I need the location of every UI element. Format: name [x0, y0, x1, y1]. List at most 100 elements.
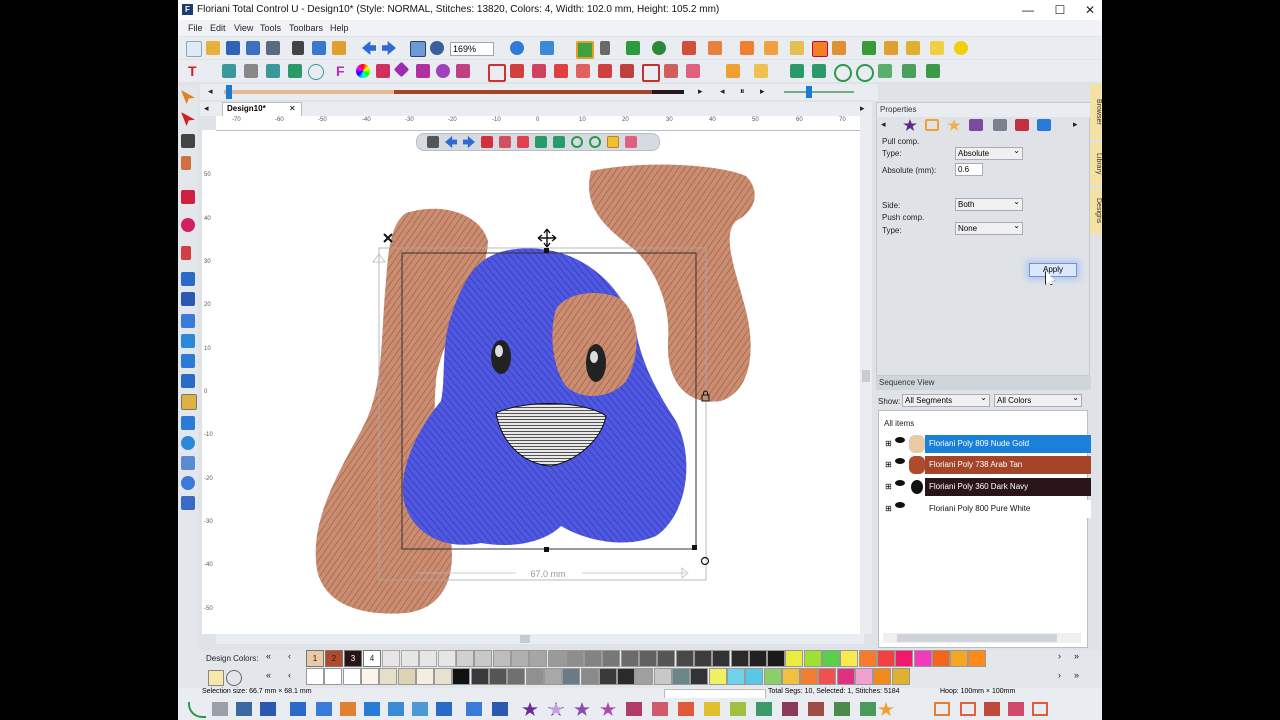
palette-swatch[interactable]: [452, 668, 471, 685]
colors-last-icon[interactable]: »: [1074, 651, 1079, 661]
cross-hatch-icon[interactable]: [756, 702, 772, 716]
palette-swatch[interactable]: [543, 668, 562, 685]
palette-swatch[interactable]: [763, 668, 782, 685]
trim-icon[interactable]: [664, 64, 678, 78]
palette-swatch[interactable]: [415, 668, 434, 685]
design-color-chip[interactable]: 4: [363, 650, 381, 667]
select-arrow-icon[interactable]: [181, 90, 195, 104]
palette-swatch[interactable]: [617, 668, 636, 685]
grid-icon[interactable]: [222, 64, 236, 78]
palette-swatch[interactable]: [800, 668, 819, 685]
tab-close-icon[interactable]: ✕: [289, 104, 296, 113]
resize-handle-corner[interactable]: [692, 545, 697, 550]
horizontal-scroll-thumb[interactable]: [520, 635, 530, 643]
palette-swatch[interactable]: [306, 668, 324, 685]
move-icon[interactable]: [266, 64, 280, 78]
palette-swatch[interactable]: [470, 668, 489, 685]
pattern-fill-icon[interactable]: [181, 394, 197, 410]
hoop-icon[interactable]: [181, 354, 195, 368]
palette-next-icon[interactable]: ›: [1058, 670, 1061, 680]
palette-swatch[interactable]: [840, 650, 859, 667]
palette-swatch[interactable]: [730, 650, 749, 667]
bow-stitch-icon[interactable]: [1008, 702, 1024, 716]
properties-tab-right-icon[interactable]: ▸: [1073, 119, 1078, 130]
copy-icon[interactable]: [312, 41, 326, 55]
tab-designs[interactable]: Designs: [1090, 188, 1102, 234]
target-icon[interactable]: [181, 436, 195, 450]
select-frame-icon[interactable]: [488, 64, 506, 82]
menu-edit[interactable]: Edit: [210, 23, 226, 33]
node-tool-icon[interactable]: [427, 136, 439, 148]
delete-tab-icon[interactable]: [1015, 119, 1029, 131]
cut-icon[interactable]: [292, 41, 304, 55]
star-stitch-icon[interactable]: [522, 702, 538, 716]
step-forward-icon[interactable]: ▸: [760, 86, 765, 97]
palette-swatch[interactable]: [379, 668, 398, 685]
diamond-icon[interactable]: [393, 61, 410, 78]
speed-slider-thumb[interactable]: [806, 86, 812, 98]
tab-browser[interactable]: Browser: [1090, 84, 1102, 140]
tab-scroll-right-icon[interactable]: ▸: [860, 103, 865, 114]
brush-icon[interactable]: [930, 41, 944, 55]
settings-tab-icon[interactable]: [993, 119, 1007, 131]
photo-icon[interactable]: [181, 456, 195, 470]
pull-type-select[interactable]: Absolute: [955, 145, 1023, 160]
color-wheel-icon[interactable]: [356, 64, 370, 78]
align-icon[interactable]: [754, 64, 768, 78]
measure-icon[interactable]: [181, 246, 191, 260]
lock-icon[interactable]: [832, 41, 846, 55]
palette-swatch[interactable]: [726, 668, 745, 685]
tab-design10[interactable]: Design10* ✕: [222, 102, 302, 117]
scallop-stitch-icon[interactable]: [678, 702, 694, 716]
palette-swatch[interactable]: [690, 668, 709, 685]
thread-chart-icon[interactable]: [208, 670, 224, 686]
column-stitch-icon[interactable]: [290, 702, 306, 716]
curve-tool-icon[interactable]: [188, 702, 206, 718]
scissors-icon[interactable]: [906, 41, 920, 55]
satin-stitch-icon[interactable]: [236, 702, 252, 716]
star-tab-icon[interactable]: [903, 119, 917, 131]
palette-swatch[interactable]: [785, 650, 804, 667]
fill-tool-icon[interactable]: [708, 41, 722, 55]
palette-swatch[interactable]: [913, 650, 932, 667]
all-items-label[interactable]: All items: [884, 419, 914, 428]
center-icon[interactable]: [726, 64, 740, 78]
resize-handle-top[interactable]: [544, 248, 549, 253]
label-stitch-icon[interactable]: [1032, 702, 1048, 716]
expand-icon[interactable]: ⊞: [885, 439, 892, 448]
reshape-icon[interactable]: [181, 134, 195, 148]
feather-stitch-icon[interactable]: [626, 702, 642, 716]
palette-swatch[interactable]: [434, 668, 453, 685]
palette-swatch[interactable]: [342, 668, 361, 685]
border-icon[interactable]: [416, 64, 430, 78]
layout-icon[interactable]: [181, 374, 195, 388]
palette-swatch[interactable]: [693, 650, 712, 667]
palette-swatch[interactable]: [855, 668, 873, 685]
share-node-icon[interactable]: [181, 416, 195, 430]
colors-prev-icon[interactable]: ‹: [288, 651, 291, 661]
cluster-icon[interactable]: [288, 64, 302, 78]
transform-icon[interactable]: [926, 64, 940, 78]
palette-swatch[interactable]: [745, 668, 764, 685]
stitch-progress-track[interactable]: [224, 90, 684, 94]
stitch-player-icon[interactable]: [576, 41, 594, 59]
eye-icon[interactable]: [895, 437, 905, 443]
ribbon-stitch-icon[interactable]: [466, 702, 482, 716]
absolute-mm-input[interactable]: 0.6: [955, 163, 983, 176]
node-select-icon[interactable]: [181, 112, 195, 126]
zoom-level-field[interactable]: 169%: [450, 42, 494, 56]
array-icon[interactable]: [902, 64, 916, 78]
palette-swatch[interactable]: [620, 650, 639, 667]
ungroup-icon[interactable]: [532, 64, 546, 78]
palette-swatch[interactable]: [858, 650, 877, 667]
palette-swatch[interactable]: [876, 650, 895, 667]
link-tab-icon[interactable]: [1037, 119, 1051, 131]
stitch-tab-icon[interactable]: [969, 119, 983, 131]
export-design-icon[interactable]: [181, 496, 195, 510]
applique-icon[interactable]: [436, 64, 450, 78]
sun-icon[interactable]: [954, 41, 968, 55]
palette-swatch[interactable]: [397, 668, 416, 685]
palette-swatch[interactable]: [360, 668, 379, 685]
palette-swatch[interactable]: [968, 650, 987, 667]
cross-stitch-icon[interactable]: [388, 702, 404, 716]
